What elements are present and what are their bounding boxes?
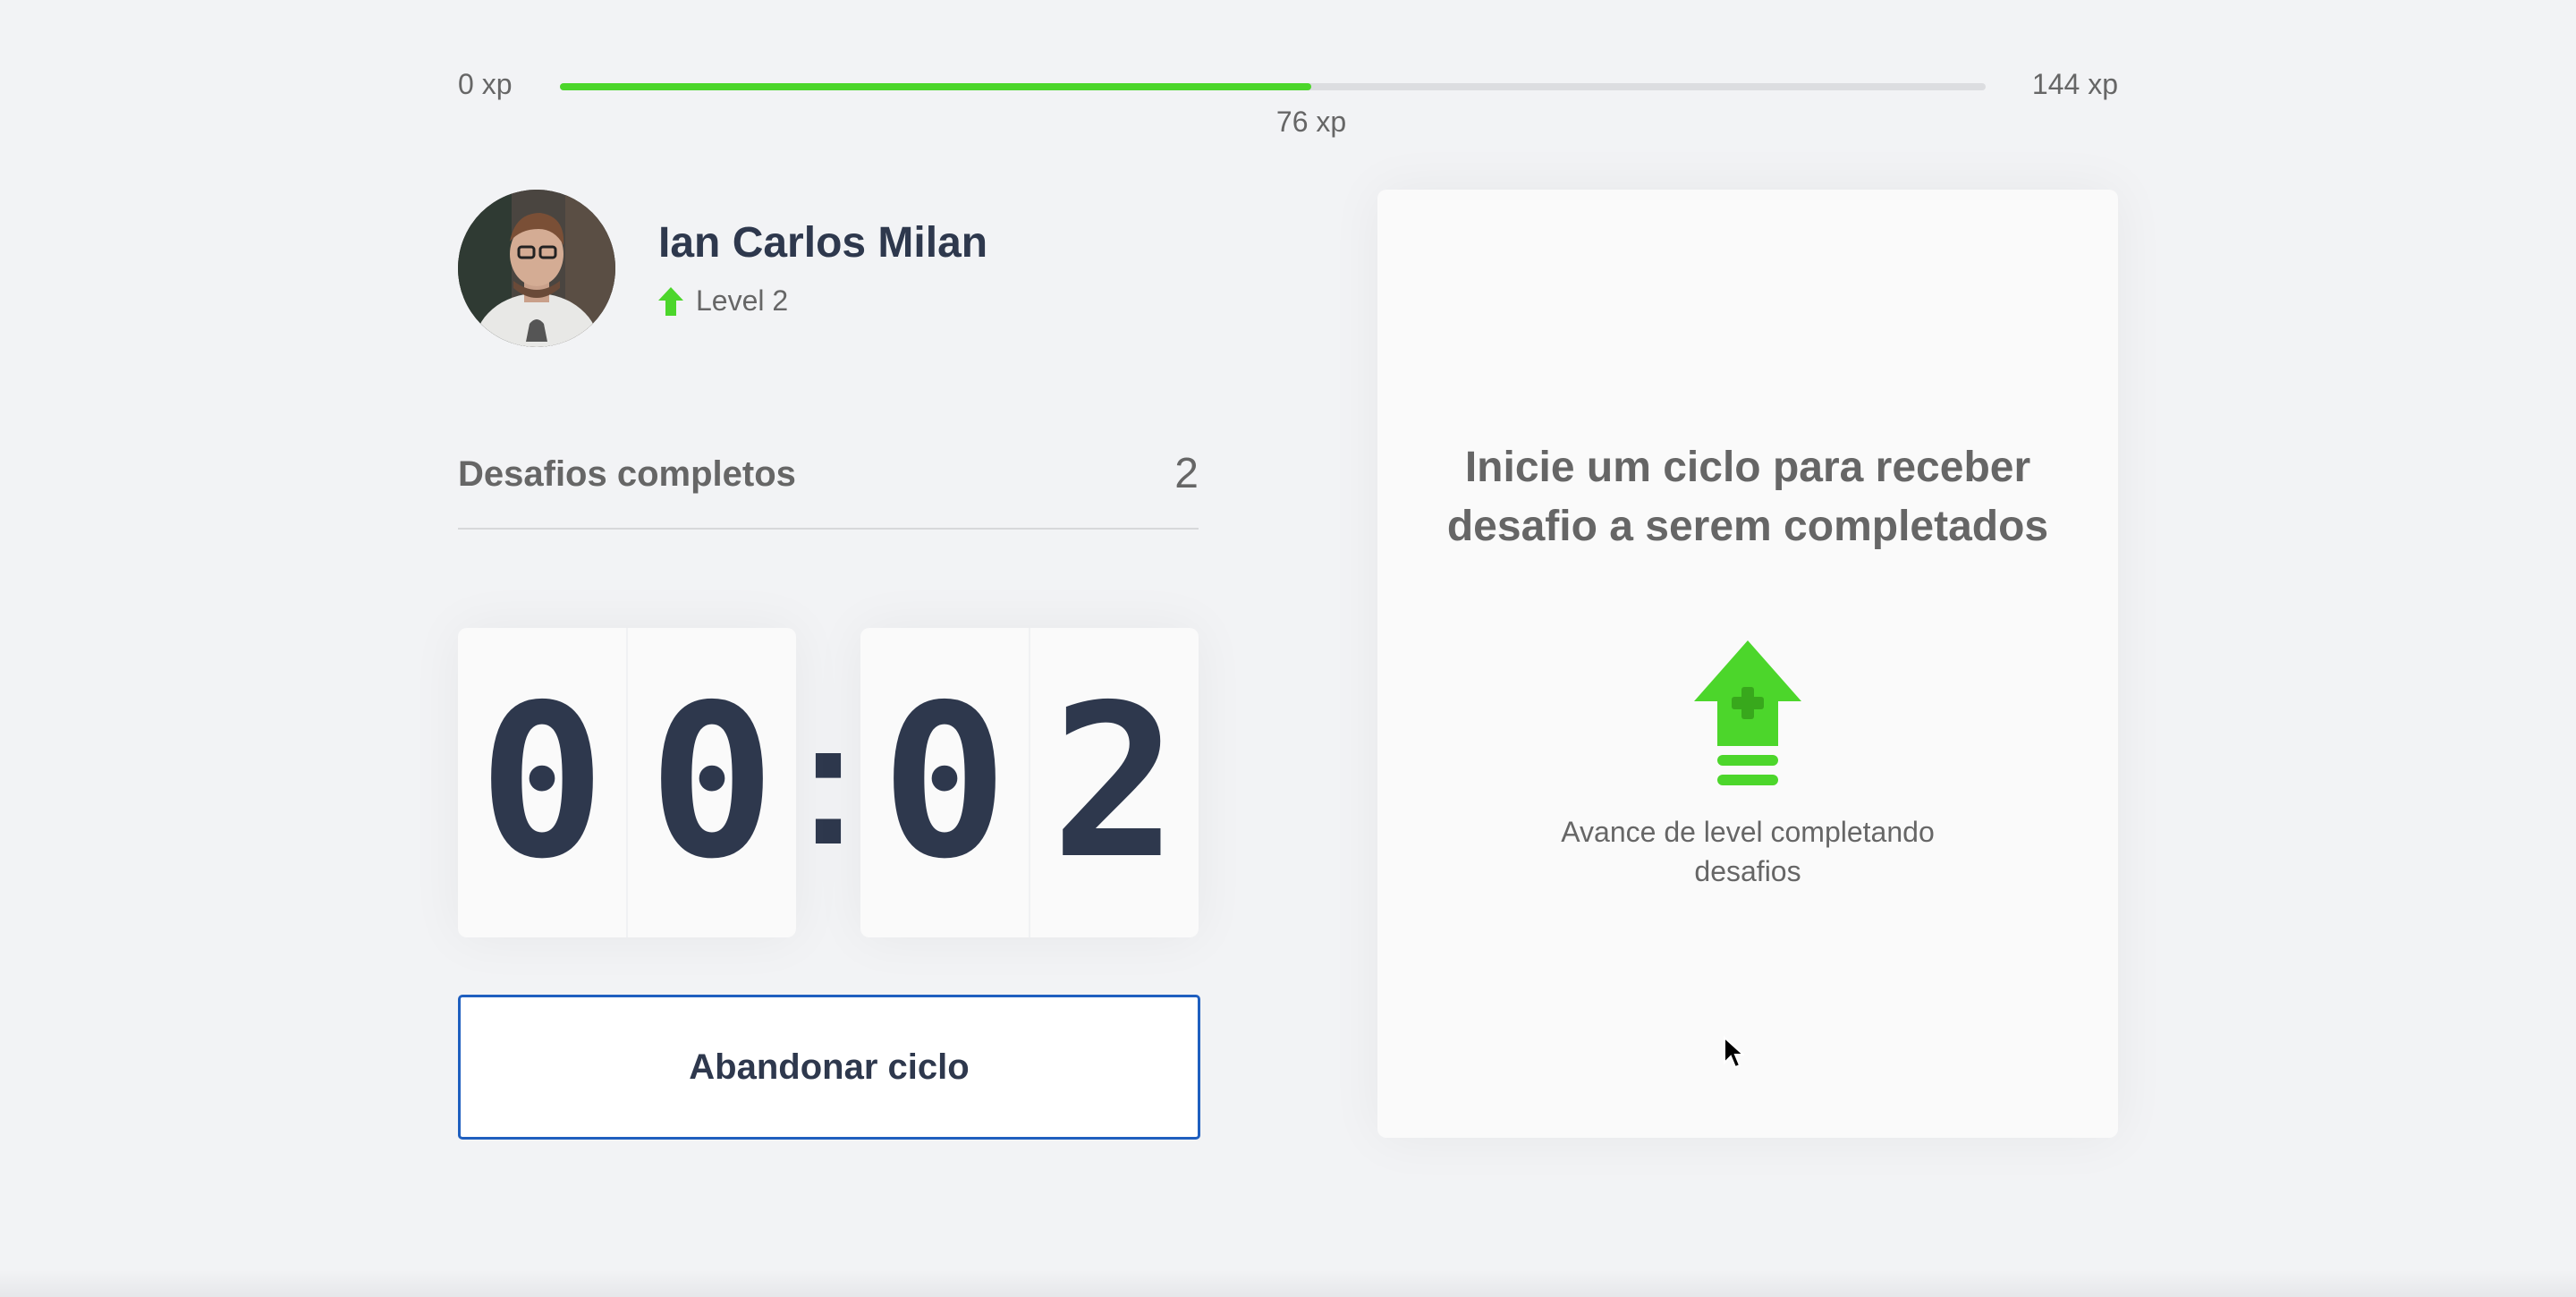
user-level: Level 2 [658, 284, 788, 318]
abandon-cycle-button[interactable]: Abandonar ciclo [458, 995, 1200, 1140]
level-up-icon [1694, 640, 1801, 793]
xp-track [560, 83, 1986, 90]
level-arrow-icon [658, 286, 683, 316]
xp-min-label: 0 xp [458, 68, 513, 100]
xp-max-label: 144 xp [2031, 68, 2118, 100]
experience-bar: 0 xp 76 xp 144 xp [458, 64, 2118, 145]
xp-fill [560, 83, 1312, 90]
countdown: 0 0 : 0 2 [458, 628, 1199, 937]
page: 0 xp 76 xp 144 xp Ian Carlos Milan Level… [458, 0, 2118, 1297]
challenge-hint: Avance de level completando desafios [1561, 816, 1935, 887]
completed-challenges-count: 2 [1174, 450, 1199, 497]
countdown-minutes: 0 0 [458, 628, 796, 937]
countdown-seconds: 0 2 [860, 628, 1199, 937]
challenge-box: Inicie um ciclo para receber desafio a s… [1377, 190, 2118, 1138]
user-avatar-photo-icon [458, 190, 615, 347]
completed-challenges-label: Desafios completos [458, 454, 796, 494]
bottom-edge [0, 1270, 2576, 1297]
minutes-digit-ones: 0 [626, 628, 796, 937]
minutes-digit-tens: 0 [478, 659, 606, 905]
mouse-cursor-icon [1724, 1036, 1744, 1069]
xp-current-label: 76 xp [1275, 106, 1347, 138]
profile: Ian Carlos Milan Level 2 [458, 188, 1200, 349]
seconds-digit-tens: 0 [880, 659, 1009, 905]
countdown-separator: : [798, 682, 859, 882]
seconds-digit-ones: 2 [1029, 628, 1199, 937]
avatar [458, 190, 615, 347]
challenge-title: Inicie um ciclo para receber desafio a s… [1446, 444, 2049, 550]
completed-challenges: Desafios completos 2 [458, 438, 1199, 530]
level-label: Level 2 [696, 284, 789, 317]
user-name: Ian Carlos Milan [658, 219, 988, 267]
